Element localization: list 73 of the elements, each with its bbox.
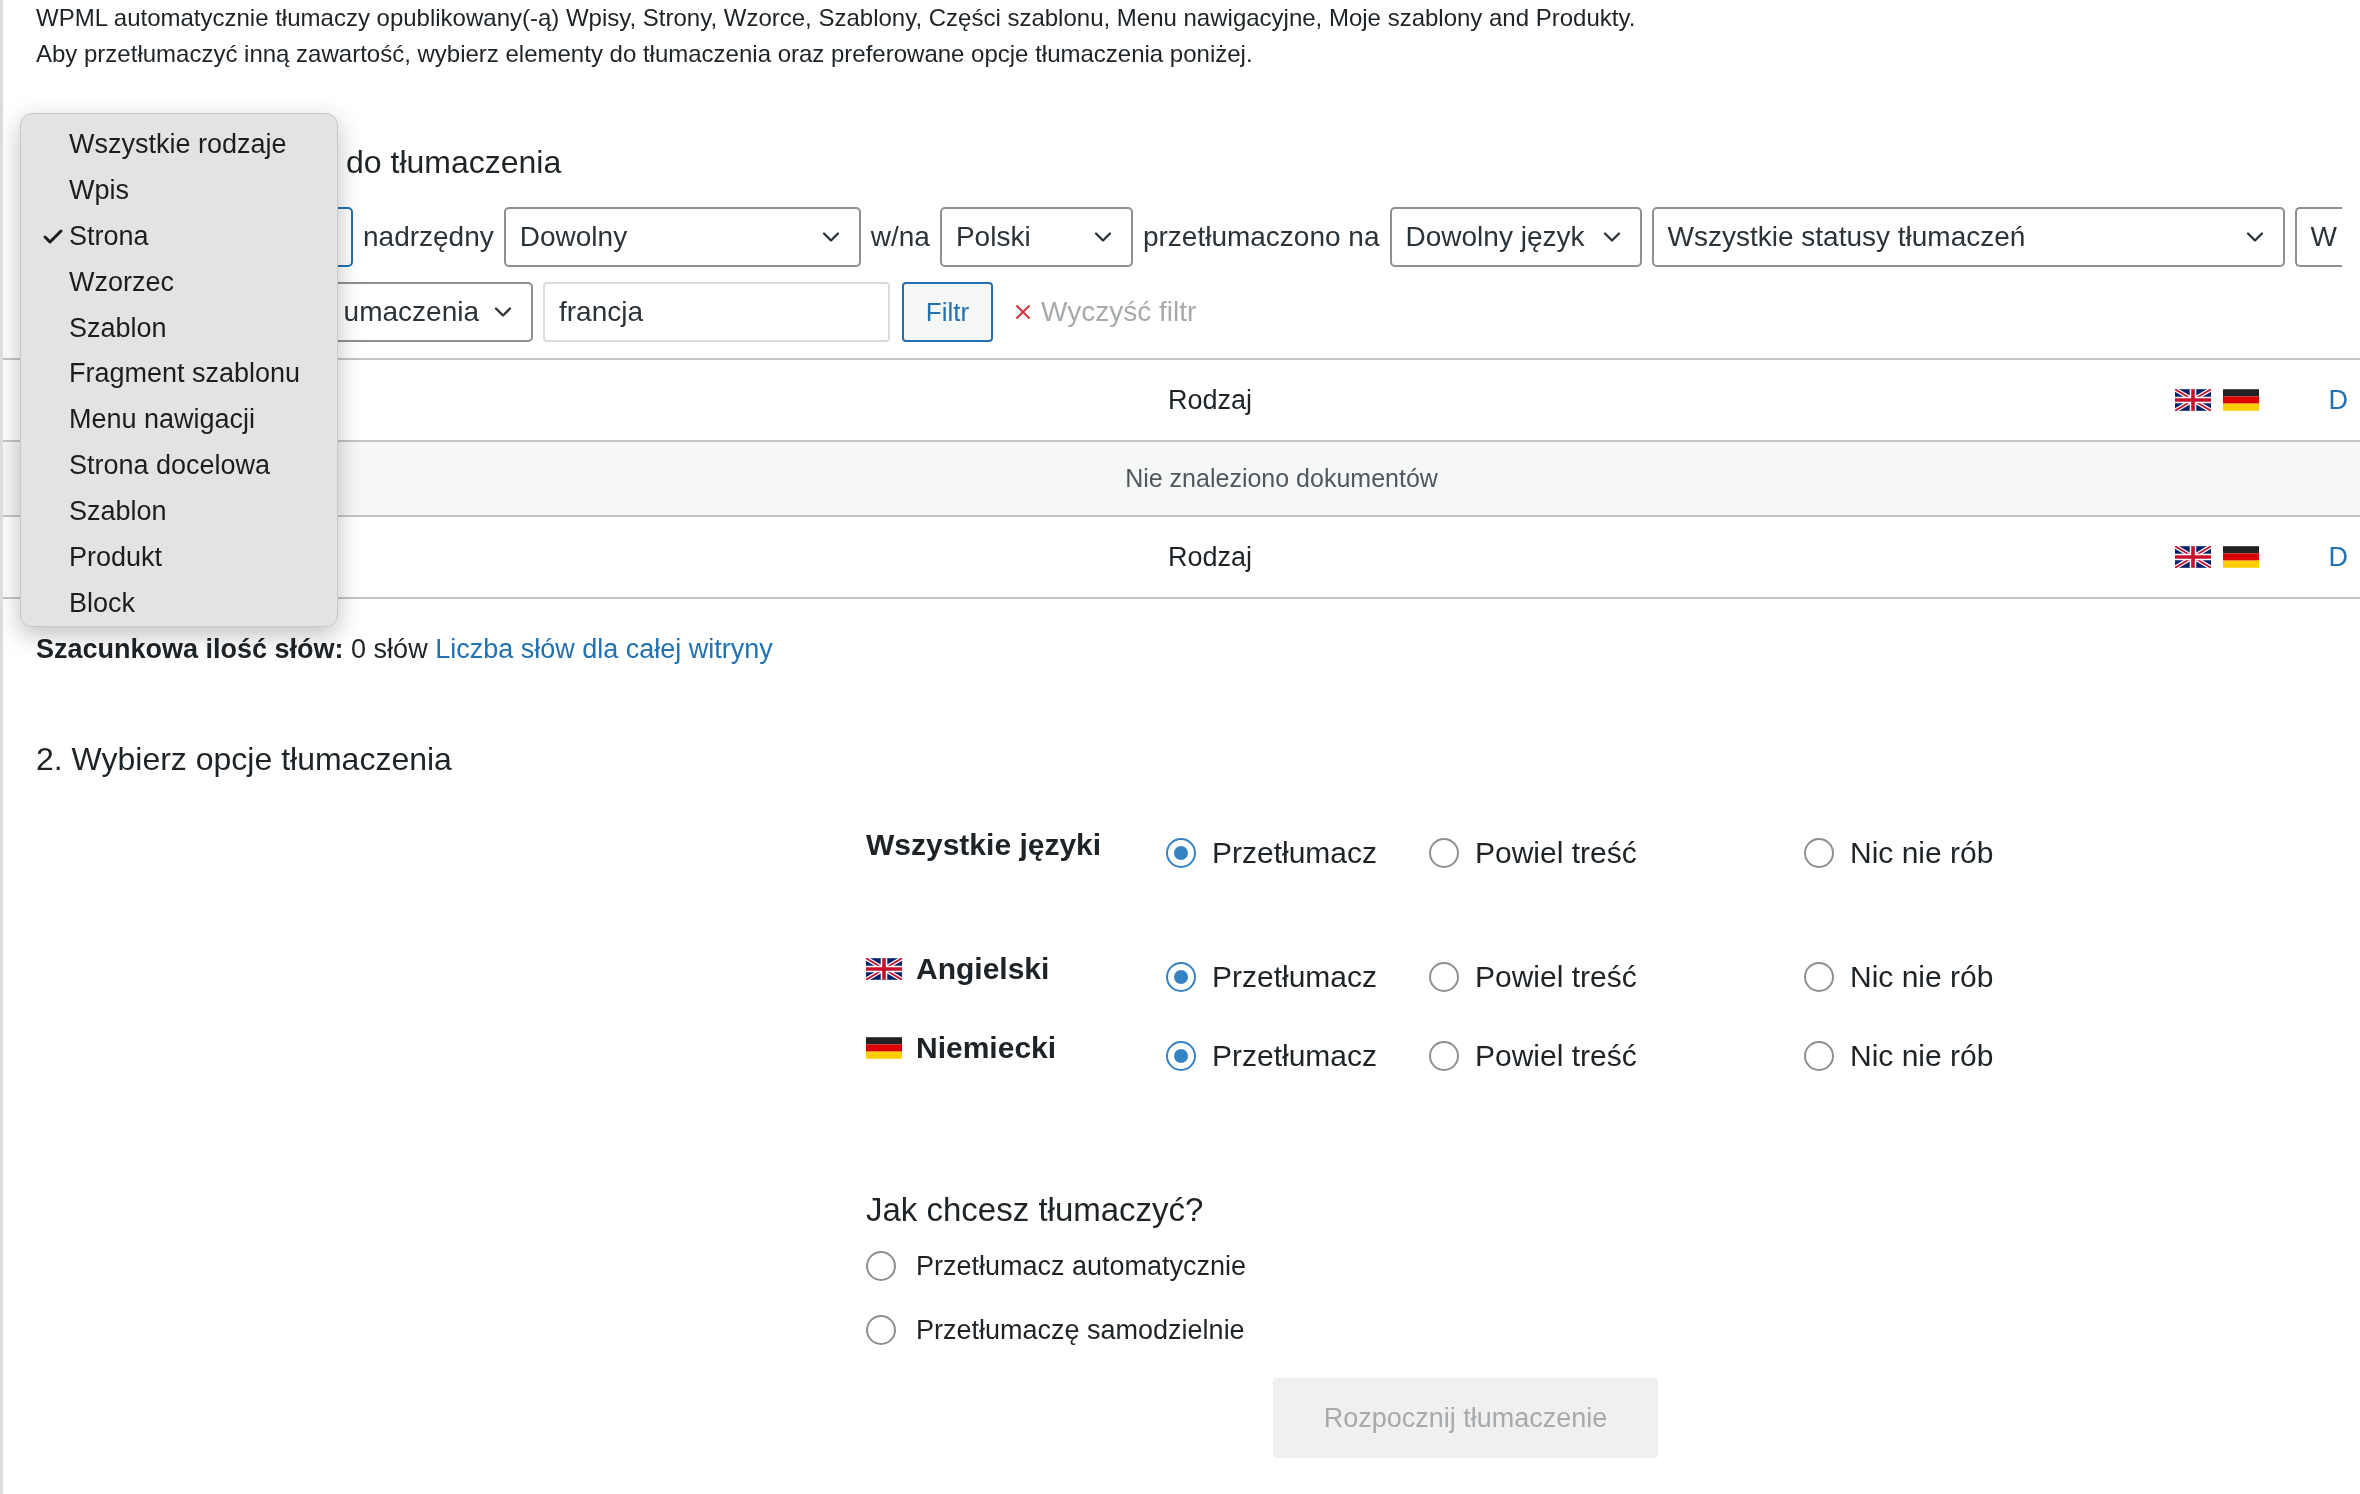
radio-label: Przetłumacz: [1212, 836, 1378, 870]
radio-label: Powiel treść: [1475, 960, 1637, 994]
menu-item[interactable]: Wzorzec: [21, 259, 337, 306]
menu-item[interactable]: Strona: [21, 213, 337, 260]
menu-item[interactable]: Wpis: [21, 167, 337, 214]
radio-option[interactable]: Nic nie rób: [1804, 831, 2104, 875]
german-flag-icon: [2222, 389, 2259, 411]
word-count-text: Szacunkowa ilość słów: 0 słów Liczba słów dla całej witryny: [36, 633, 774, 666]
menu-item[interactable]: Strona docelowa: [21, 442, 337, 489]
radio-label: Powiel treść: [1475, 836, 1637, 870]
menu-item[interactable]: Fragment szablonu: [21, 351, 337, 397]
radio-label: Przetłumacz: [1212, 1039, 1378, 1073]
radio-label: Przetłumacz automatycznie: [916, 1250, 1247, 1282]
filter-select[interactable]: W: [2294, 207, 2342, 267]
radio-label: Nic nie rób: [1850, 836, 1994, 870]
radio-option[interactable]: Przetłumacz: [1166, 955, 1429, 999]
menu-item[interactable]: Szablon: [21, 305, 337, 352]
radio-option[interactable]: Powiel treść: [1429, 955, 1804, 999]
radio-icon[interactable]: [1429, 1041, 1459, 1071]
filter-select[interactable]: Polski: [939, 207, 1133, 267]
intro-text: WPML automatycznie tłumaczy opublikowany(-ą) Wpisy, Strony, Wzorce, Szablony, Części szablonu, Menu nawigacyjne, Moje szablony and Produkty.: [36, 3, 1637, 33]
radio-label: Nic nie rób: [1850, 960, 1994, 994]
column-link[interactable]: D: [2328, 384, 2348, 416]
radio-label: Powiel treść: [1475, 1039, 1637, 1073]
column-header: Rodzaj: [1168, 541, 1254, 573]
radio-option[interactable]: Przetłumacz: [1166, 1034, 1429, 1078]
menu-item[interactable]: Wszystkie rodzaje: [21, 122, 337, 168]
uk-flag-icon: [2174, 389, 2211, 411]
radio-icon[interactable]: [1804, 1041, 1834, 1071]
radio-label: Nic nie rób: [1850, 1039, 1994, 1073]
radio-option[interactable]: Nic nie rób: [1804, 955, 2104, 999]
language-name: Niemiecki: [916, 1031, 1057, 1065]
radio-icon[interactable]: [1804, 838, 1834, 868]
uk-flag-icon: [2174, 546, 2211, 568]
radio-option[interactable]: Nic nie rób: [1804, 1034, 2104, 1078]
radio-label: Przetłumaczę samodzielnie: [916, 1314, 1245, 1346]
radio-label: Przetłumacz: [1212, 960, 1378, 994]
radio-icon[interactable]: [1166, 838, 1196, 868]
empty-message: Nie znaleziono dokumentów: [1125, 464, 1438, 493]
filter-label: nadrzędny: [363, 221, 494, 253]
filter-label: w/na: [870, 221, 930, 253]
radio-option[interactable]: Powiel treść: [1429, 831, 1804, 875]
question-title: Jak chcesz tłumaczyć?: [866, 1190, 1205, 1230]
radio-icon[interactable]: [1804, 962, 1834, 992]
menu-item[interactable]: Produkt: [21, 534, 337, 581]
column-link[interactable]: D: [2328, 541, 2348, 573]
radio-icon[interactable]: [1166, 962, 1196, 992]
german-flag-icon: [866, 1037, 902, 1059]
intro-text: Aby przetłumaczyć inną zawartość, wybierz elementy do tłumaczenia oraz preferowane opcje tłumaczenia poniżej.: [36, 39, 1254, 69]
search-field[interactable]: francja: [543, 282, 890, 342]
menu-item[interactable]: Block: [21, 580, 337, 626]
uk-flag-icon: [866, 958, 902, 980]
radio-icon[interactable]: [866, 1315, 896, 1345]
filter-select[interactable]: Dowolny język: [1389, 207, 1642, 267]
filter-button[interactable]: Filtr: [902, 282, 993, 342]
section-title: do tłumaczenia: [346, 143, 563, 182]
section-title: 2. Wybierz opcje tłumaczenia: [36, 740, 453, 779]
menu-item[interactable]: Menu nawigacji: [21, 396, 337, 443]
filter-select[interactable]: Wszystkie statusy tłumaczeń: [1651, 207, 2285, 267]
radio-icon[interactable]: [1429, 962, 1459, 992]
german-flag-icon: [2222, 546, 2259, 568]
language-name: Angielski: [916, 952, 1050, 986]
word-count-link[interactable]: Liczba słów dla całej witryny: [435, 634, 773, 664]
language-name: Wszystkie języki: [866, 828, 1102, 862]
radio-option[interactable]: Przetłumacz: [1166, 831, 1429, 875]
radio-icon[interactable]: [1166, 1041, 1196, 1071]
radio-icon[interactable]: [1429, 838, 1459, 868]
filter-label: przetłumaczono na: [1142, 221, 1380, 253]
filter-select[interactable]: Dowolny: [503, 207, 861, 267]
menu-item[interactable]: Szablon: [21, 488, 337, 535]
radio-icon[interactable]: [866, 1251, 896, 1281]
radio-option[interactable]: Powiel treść: [1429, 1034, 1804, 1078]
column-header: Rodzaj: [1168, 384, 1254, 416]
